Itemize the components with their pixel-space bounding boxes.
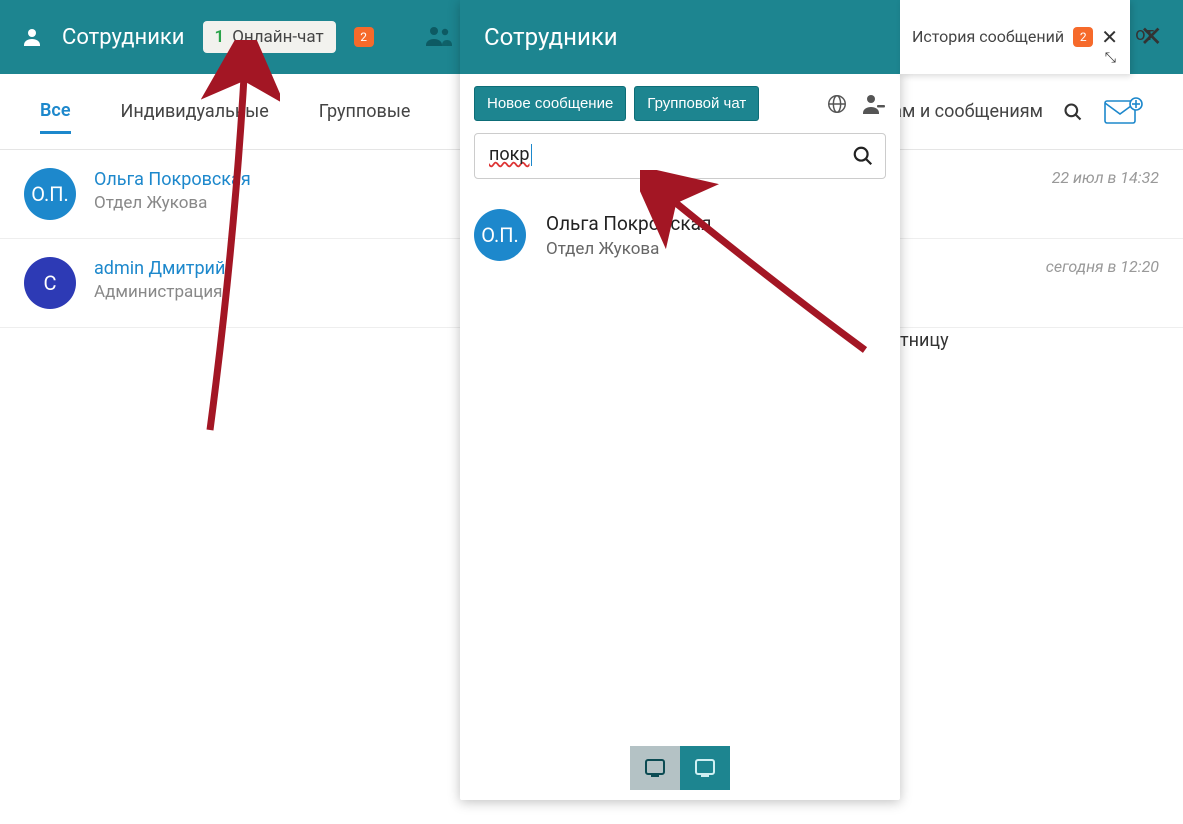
avatar: О.П. [474, 209, 526, 261]
history-tab[interactable]: История сообщений 2 ✕ ⤡ от [900, 0, 1130, 74]
timestamp: 22 июл в 14:32 [1052, 168, 1159, 187]
person-icon [20, 25, 44, 49]
avatar: С [24, 257, 76, 309]
view-toggle [630, 746, 730, 790]
compose-icon[interactable] [1103, 97, 1143, 127]
group-chat-button[interactable]: Групповой чат [634, 86, 759, 121]
tab-individual[interactable]: Индивидуальные [121, 91, 269, 132]
group-icon [425, 24, 455, 48]
new-message-button[interactable]: Новое сообщение [474, 86, 626, 121]
header-badge: 2 [354, 27, 374, 47]
search-input[interactable] [474, 133, 886, 179]
result-dept: Отдел Жукова [546, 239, 711, 259]
popup-title: Сотрудники [484, 23, 618, 51]
tab-all[interactable]: Все [40, 90, 71, 134]
search-value-display: покр [489, 144, 530, 165]
history-label: История сообщений [912, 27, 1065, 46]
search-result[interactable]: О.П. Ольга Покровская Отдел Жукова [460, 193, 900, 277]
popup-actions-right [826, 93, 886, 115]
avatar: О.П. [24, 168, 76, 220]
header-title: Сотрудники [62, 25, 185, 50]
side-text-fragment: от [1135, 24, 1154, 45]
timestamp: сегодня в 12:20 [1046, 257, 1159, 276]
tab-group[interactable]: Групповые [319, 91, 411, 132]
header-left-group: Сотрудники 1 Онлайн-чат 2 [20, 21, 374, 53]
search-icon[interactable] [852, 145, 874, 167]
globe-icon[interactable] [826, 93, 848, 115]
employees-popup: Сотрудники История сообщений 2 ✕ ⤡ от Но… [460, 0, 900, 800]
search-hint-fragment: ам и сообщениям [892, 101, 1043, 122]
popup-actions: Новое сообщение Групповой чат [460, 74, 900, 133]
online-count: 1 [215, 27, 225, 47]
search-icon[interactable] [1063, 102, 1083, 122]
close-icon[interactable]: ✕ [1101, 25, 1118, 49]
remove-user-icon[interactable] [862, 93, 886, 115]
bg-text-fragment: тницу [900, 330, 949, 351]
toggle-grid-icon[interactable] [680, 746, 730, 790]
popup-search: покр [474, 133, 886, 179]
minimize-icon[interactable]: ⤡ [1105, 50, 1116, 66]
toggle-list-icon[interactable] [630, 746, 680, 790]
online-chat-chip[interactable]: 1 Онлайн-чат [203, 21, 336, 53]
result-name: Ольга Покровская [546, 212, 711, 235]
result-body: Ольга Покровская Отдел Жукова [546, 212, 711, 259]
text-caret [531, 144, 532, 166]
popup-header: Сотрудники История сообщений 2 ✕ ⤡ от [460, 0, 900, 74]
online-chat-label: Онлайн-чат [232, 27, 323, 47]
history-badge: 2 [1073, 27, 1093, 47]
tabs-right: ам и сообщениям [892, 97, 1143, 127]
